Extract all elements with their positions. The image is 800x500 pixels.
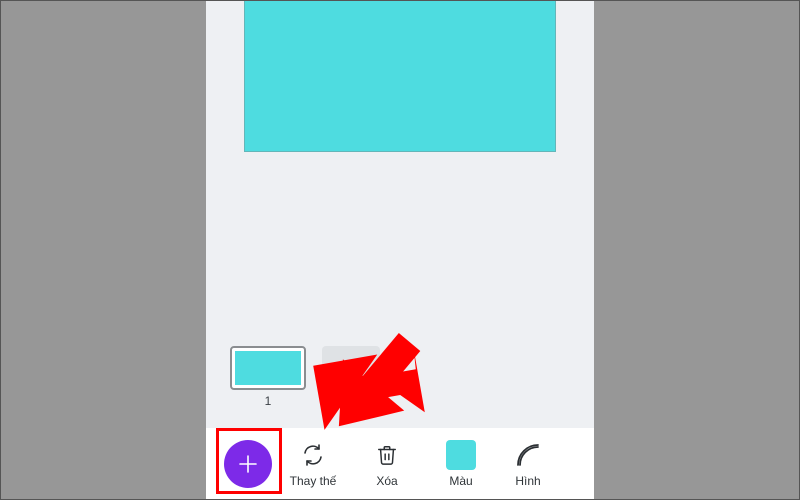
plus-icon: + <box>345 355 358 381</box>
page-thumb-frame <box>230 346 306 390</box>
trash-icon <box>376 444 398 466</box>
shape-label: Hình <box>515 474 540 488</box>
page-thumb-preview <box>235 351 301 385</box>
canvas-selected-shape[interactable] <box>244 0 556 152</box>
shape-button[interactable]: Hình <box>498 440 558 488</box>
add-page-button[interactable]: + <box>322 346 380 390</box>
page-strip: 1 + <box>230 346 380 408</box>
delete-button[interactable]: Xóa <box>350 440 424 488</box>
page-number-label: 1 <box>265 394 272 408</box>
add-element-button[interactable] <box>220 440 276 488</box>
delete-label: Xóa <box>376 474 397 488</box>
editor-screen: 1 + Thay thế <box>206 0 594 500</box>
replace-label: Thay thế <box>290 474 337 488</box>
color-label: Màu <box>449 474 472 488</box>
fab-circle <box>224 440 272 488</box>
color-button[interactable]: Màu <box>424 440 498 488</box>
replace-button[interactable]: Thay thế <box>276 440 350 488</box>
page-thumb-1[interactable]: 1 <box>230 346 306 408</box>
color-swatch-icon <box>446 440 476 470</box>
plus-icon <box>237 453 259 475</box>
replace-icon <box>301 443 325 467</box>
arc-icon <box>515 442 541 468</box>
bottom-toolbar: Thay thế Xóa Màu <box>206 428 594 500</box>
